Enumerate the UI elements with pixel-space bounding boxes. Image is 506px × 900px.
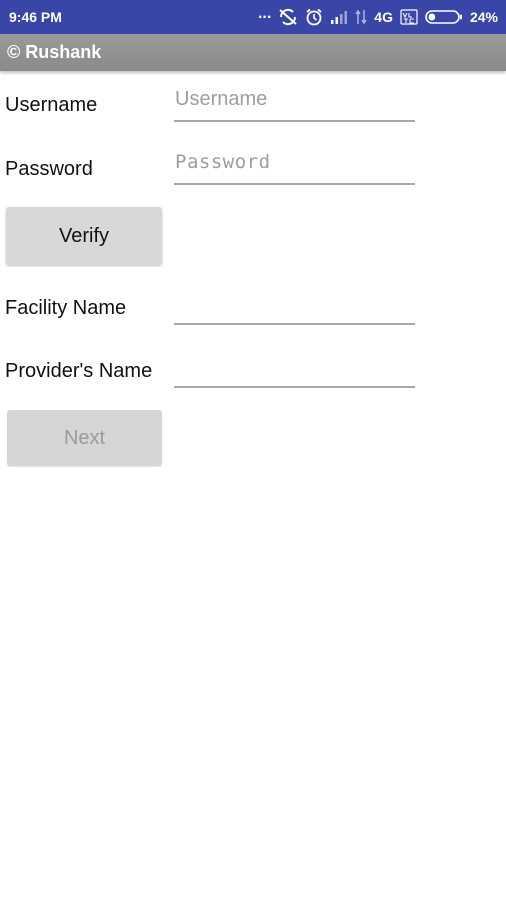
username-label: Username — [5, 94, 98, 116]
app-toolbar: © Rushank — [0, 34, 506, 71]
facility-name-field-wrapper — [174, 285, 415, 325]
provider-name-label: Provider's Name — [5, 360, 153, 382]
alarm-icon — [305, 8, 323, 26]
status-time: 9:46 PM — [9, 9, 62, 25]
app-title: © Rushank — [7, 42, 102, 62]
verify-button[interactable]: Verify — [6, 207, 162, 265]
username-input[interactable] — [174, 82, 415, 120]
status-bar: 9:46 PM ... 4G 24% — [0, 0, 506, 34]
volte-icon — [400, 9, 418, 25]
provider-name-field-wrapper — [174, 348, 415, 388]
next-button[interactable]: Next — [7, 410, 162, 466]
password-input[interactable] — [174, 145, 415, 183]
signal-icon — [330, 10, 348, 24]
status-icons: ... 4G 24% — [257, 5, 498, 26]
data-arrows-icon — [355, 9, 367, 25]
network-type: 4G — [374, 9, 393, 25]
password-label: Password — [5, 158, 93, 180]
provider-name-input[interactable] — [174, 348, 415, 386]
battery-icon — [425, 9, 463, 25]
password-field-wrapper — [174, 145, 415, 185]
facility-name-input[interactable] — [174, 285, 415, 323]
overflow-dots-icon: ... — [257, 5, 272, 22]
facility-name-label: Facility Name — [5, 297, 127, 319]
username-field-wrapper — [174, 82, 415, 122]
sync-disabled-icon — [278, 8, 298, 26]
battery-percent: 24% — [469, 9, 498, 25]
